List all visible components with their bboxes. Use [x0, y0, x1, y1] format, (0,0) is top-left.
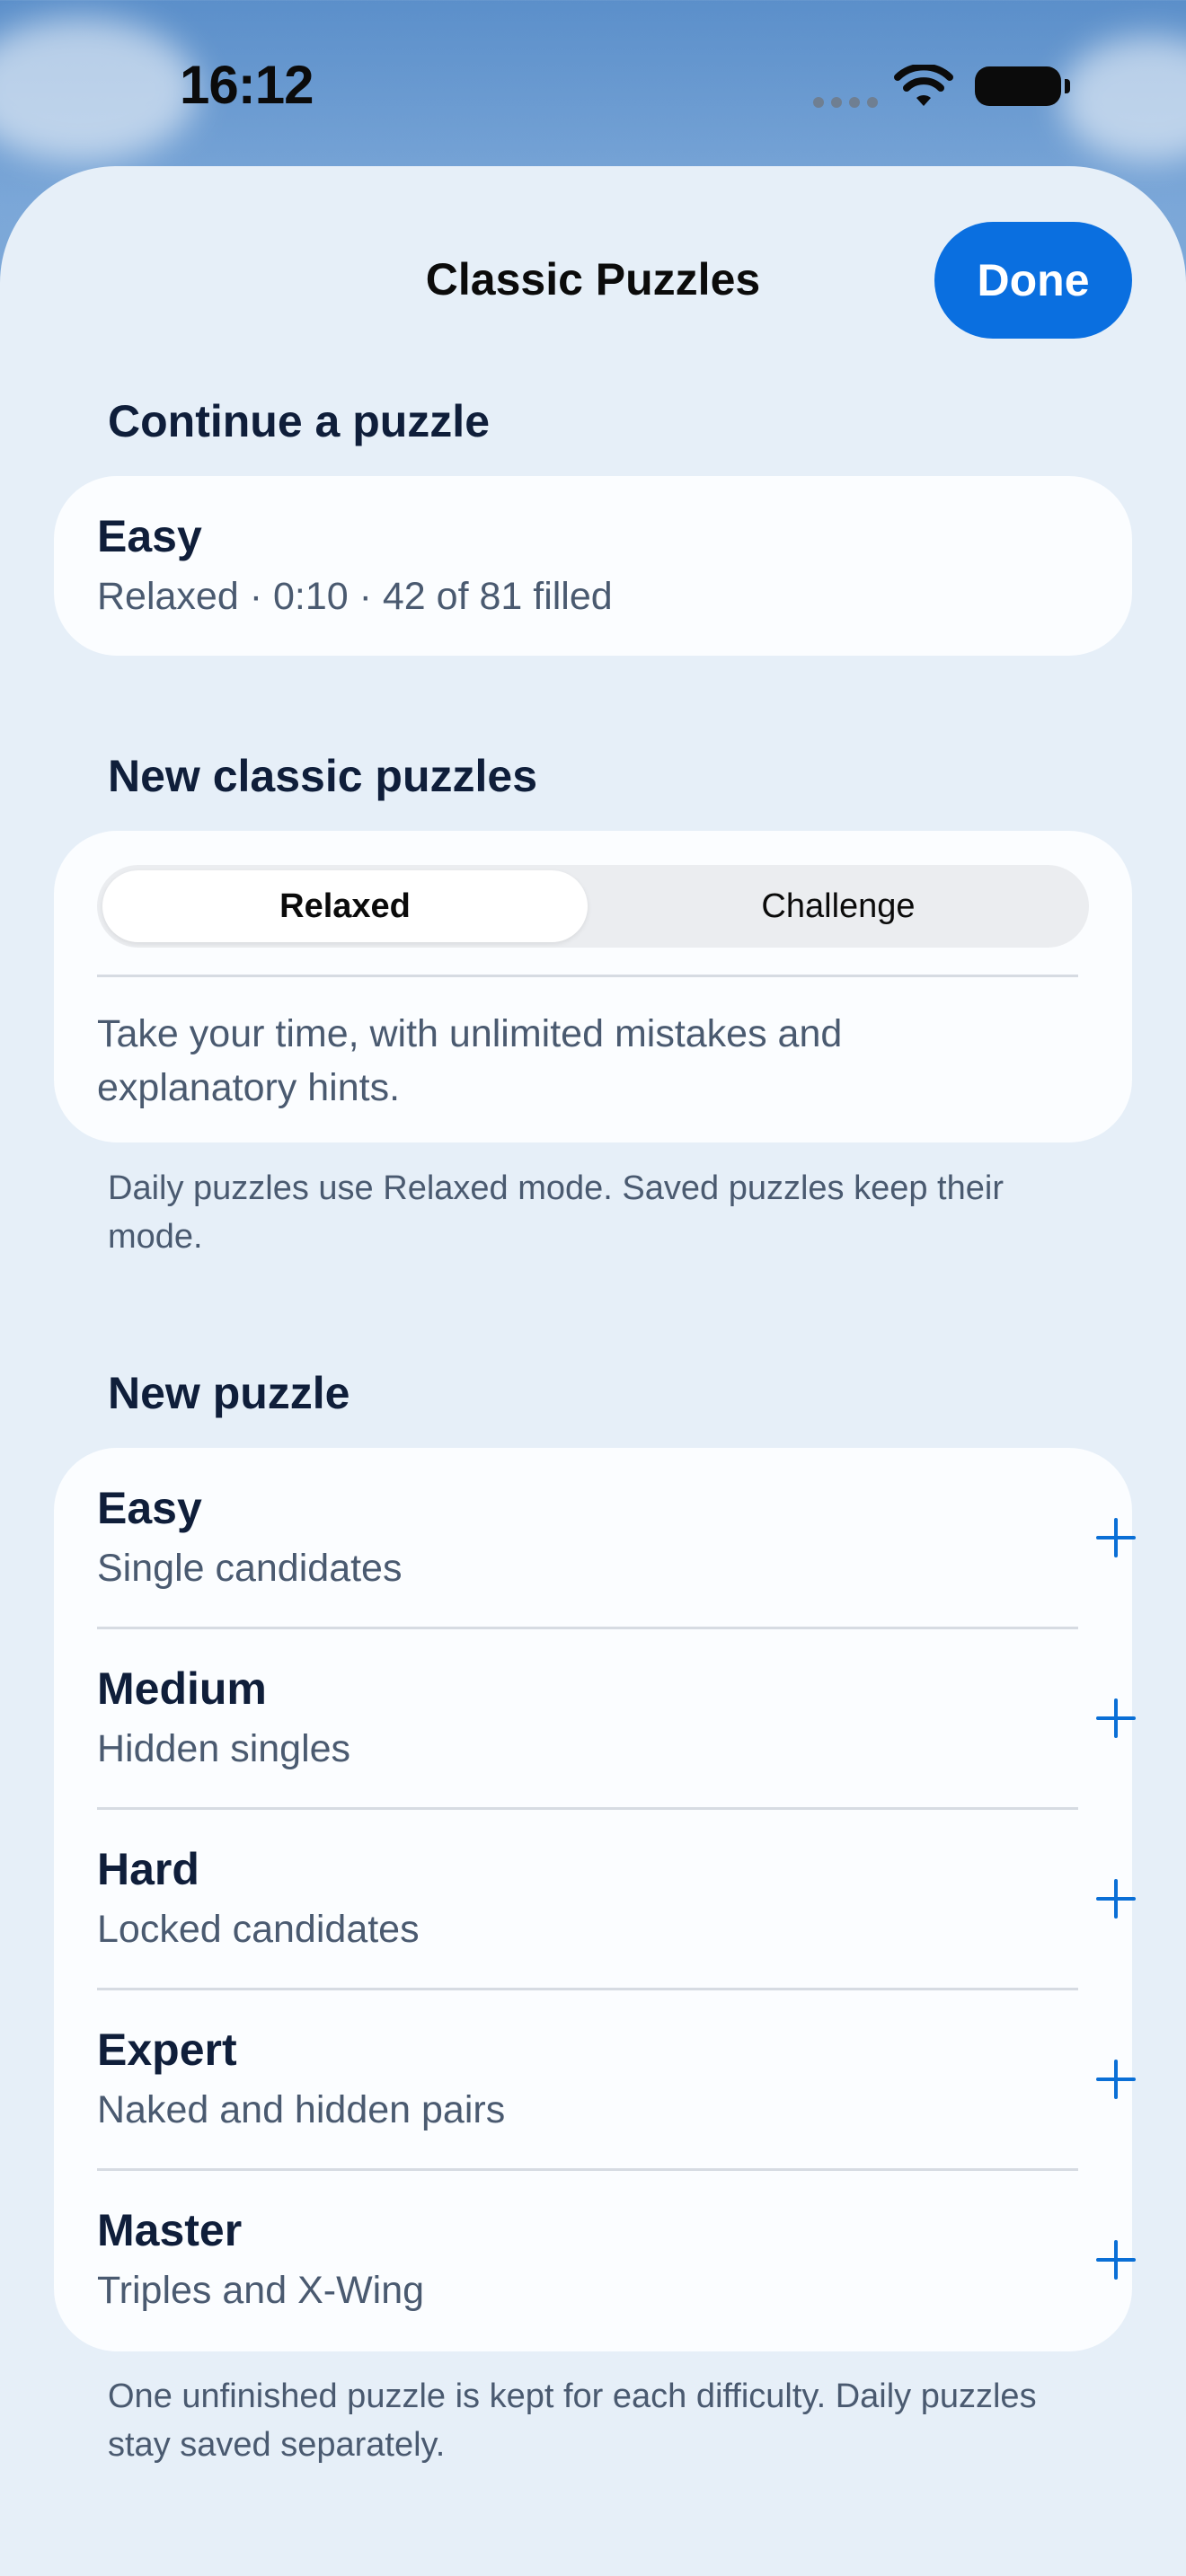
puzzle-row-medium[interactable]: Medium Hidden singles: [54, 1628, 1136, 1809]
continue-puzzle-title: Easy: [97, 511, 202, 561]
new-puzzle-list: Easy Single candidates Medium Hidden sin…: [54, 1448, 1136, 2351]
plus-icon[interactable]: [1096, 1698, 1136, 1738]
plus-icon[interactable]: [1096, 1879, 1136, 1919]
classic-mode-card: Relaxed Challenge Take your time, with u…: [54, 831, 1132, 1142]
segment-challenge[interactable]: Challenge: [593, 870, 1084, 942]
classic-section-header: New classic puzzles: [108, 751, 538, 801]
puzzle-row-subtitle: Locked candidates: [97, 1908, 420, 1951]
classic-footnote: Daily puzzles use Relaxed mode. Saved pu…: [108, 1169, 1004, 1256]
mode-description: Take your time, with unlimited mistakes …: [97, 1012, 843, 1109]
done-button[interactable]: Done: [934, 222, 1132, 339]
puzzle-row-title: Easy: [97, 1483, 202, 1533]
puzzle-row-title: Expert: [97, 2025, 237, 2075]
plus-icon[interactable]: [1096, 2240, 1136, 2280]
puzzle-row-subtitle: Naked and hidden pairs: [97, 2088, 506, 2131]
battery-icon: [975, 66, 1070, 106]
puzzle-row-easy[interactable]: Easy Single candidates: [54, 1448, 1136, 1628]
puzzle-row-title: Hard: [97, 1844, 199, 1894]
puzzle-row-title: Medium: [97, 1663, 267, 1714]
segment-relaxed[interactable]: Relaxed: [102, 870, 588, 942]
status-time: 16:12: [180, 55, 314, 115]
puzzle-row-subtitle: Single candidates: [97, 1547, 403, 1590]
divider: [97, 975, 1078, 977]
sky-cloud: [0, 18, 198, 162]
puzzle-row-title: Master: [97, 2205, 243, 2255]
signal-dots-icon: [813, 97, 878, 108]
continue-puzzle-card[interactable]: Easy Relaxed · 0:10 · 42 of 81 filled: [54, 476, 1132, 656]
continue-section-header: Continue a puzzle: [108, 396, 490, 446]
puzzle-row-master[interactable]: Master Triples and X-Wing: [54, 2170, 1136, 2351]
new-puzzle-footnote: One unfinished puzzle is kept for each d…: [108, 2378, 1037, 2464]
puzzle-row-hard[interactable]: Hard Locked candidates: [54, 1809, 1136, 1989]
plus-icon[interactable]: [1096, 2060, 1136, 2099]
new-puzzle-section-header: New puzzle: [108, 1368, 350, 1418]
wifi-icon: [894, 65, 953, 106]
puzzle-row-expert[interactable]: Expert Naked and hidden pairs: [54, 1989, 1136, 2170]
plus-icon[interactable]: [1096, 1518, 1136, 1557]
puzzle-row-subtitle: Hidden singles: [97, 1727, 351, 1770]
puzzle-row-subtitle: Triples and X-Wing: [97, 2269, 425, 2312]
continue-puzzle-subtitle: Relaxed · 0:10 · 42 of 81 filled: [97, 575, 613, 618]
sky-cloud: [1060, 36, 1186, 162]
mode-segmented-control: Relaxed Challenge: [97, 865, 1089, 948]
